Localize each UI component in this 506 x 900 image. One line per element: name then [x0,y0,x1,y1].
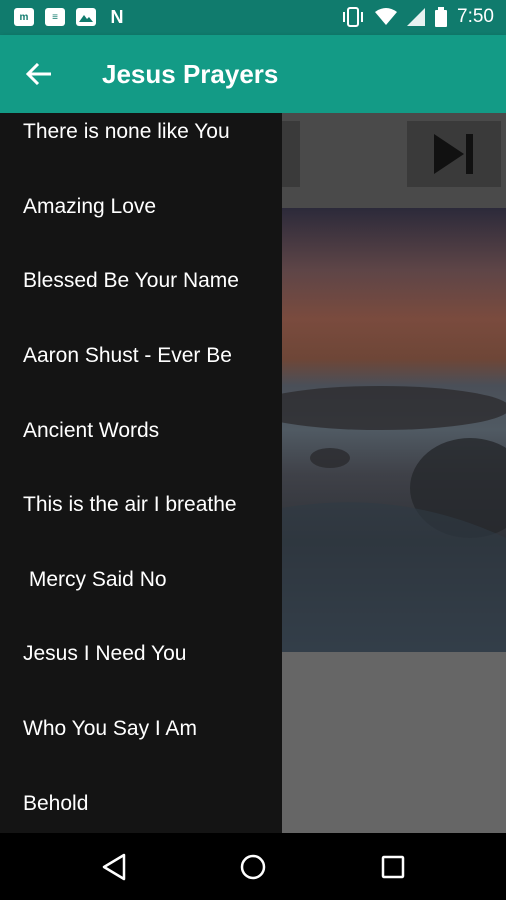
nav-recents-button[interactable] [373,847,413,887]
back-button[interactable] [22,57,56,91]
n-app-icon: N [110,6,124,27]
nav-recents-icon [381,855,405,879]
prayer-list: There is none like You Amazing Love Bles… [0,113,282,833]
nav-home-button[interactable] [233,847,273,887]
list-item[interactable]: Mercy Said No [0,543,282,618]
list-item[interactable]: Behold [0,766,282,833]
list-item[interactable]: Who You Say I Am [0,692,282,767]
signal-icon [407,8,426,26]
app-bar: Jesus Prayers [0,35,506,113]
arrow-left-icon [26,63,51,85]
list-item[interactable]: This is the air I breathe [0,468,282,543]
list-item[interactable]: Blessed Be Your Name [0,244,282,319]
list-item[interactable]: Ancient Words [0,393,282,468]
next-track-button[interactable] [407,121,501,187]
system-icons: 7:50 [341,6,494,28]
nav-back-button[interactable] [94,847,134,887]
nav-home-icon [240,854,266,880]
image-icon [76,8,96,26]
mail-icon: m [14,8,34,26]
list-item[interactable]: There is none like You [0,113,282,170]
notification-icons: m ≡ N [14,6,127,27]
navigation-drawer: There is none like You Amazing Love Bles… [0,113,282,833]
clock: 7:50 [457,6,494,27]
list-item[interactable]: Amazing Love [0,170,282,245]
vibrate-icon [343,7,364,27]
page-title: Jesus Prayers [102,59,279,89]
skip-next-icon [434,134,473,174]
list-item[interactable]: Aaron Shust - Ever Be [0,319,282,394]
list-item[interactable]: Jesus I Need You [0,617,282,692]
battery-icon [435,7,448,27]
wifi-icon [375,8,398,25]
nav-back-icon [102,853,126,881]
status-bar: m ≡ N 7:50 [0,0,506,35]
system-nav-bar [0,833,506,900]
news-icon: ≡ [45,8,65,26]
